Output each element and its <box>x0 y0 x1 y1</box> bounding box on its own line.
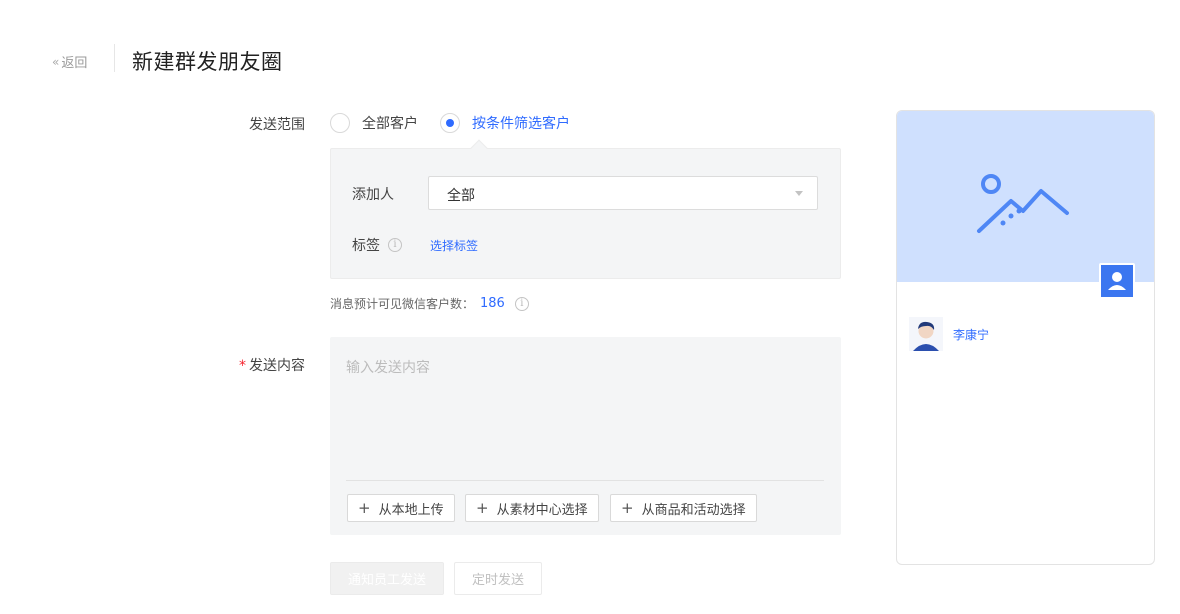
radio-circle-selected <box>440 113 460 133</box>
notify-staff-button[interactable]: 通知员工发送 <box>330 562 444 595</box>
content-label: 发送内容 <box>249 358 305 374</box>
adder-select-value: 全部 <box>447 188 475 204</box>
filter-panel-pointer <box>470 139 488 157</box>
caret-down-icon <box>795 191 803 196</box>
scope-label: 发送范围 <box>249 117 305 133</box>
adder-label: 添加人 <box>352 187 394 203</box>
info-icon[interactable]: i <box>514 296 529 311</box>
page-title: 新建群发朋友圈 <box>132 50 283 74</box>
content-label-wrap: * 发送内容 <box>185 355 305 375</box>
scope-radio-group: 全部客户 按条件筛选客户 <box>330 112 592 134</box>
header-divider <box>114 44 115 72</box>
radio-label: 按条件筛选客户 <box>472 116 570 132</box>
back-label: 返回 <box>61 56 88 71</box>
schedule-send-button[interactable]: 定时发送 <box>454 562 542 595</box>
back-link[interactable]: « 返回 <box>52 52 88 72</box>
avatar <box>909 317 943 351</box>
select-from-products-button[interactable]: + 从商品和活动选择 <box>610 494 757 522</box>
select-tag-link[interactable]: 选择标签 <box>430 237 478 254</box>
plus-icon: + <box>621 499 634 517</box>
content-divider <box>346 480 824 481</box>
tag-row: 标签 i <box>352 235 402 255</box>
cover-image <box>897 111 1154 282</box>
select-from-library-button[interactable]: + 从素材中心选择 <box>465 494 599 522</box>
radio-label: 全部客户 <box>362 116 418 132</box>
info-icon[interactable]: i <box>388 238 402 252</box>
preview-user-name: 李康宁 <box>953 327 990 342</box>
filter-panel: 添加人 全部 标签 i 选择标签 <box>330 139 841 279</box>
preview-user: 李康宁 <box>909 317 989 351</box>
radio-all-customers[interactable]: 全部客户 <box>330 113 418 133</box>
button-label: 从商品和活动选择 <box>641 502 746 518</box>
upload-local-button[interactable]: + 从本地上传 <box>347 494 455 522</box>
content-placeholder: 输入发送内容 <box>346 360 430 376</box>
button-label: 从本地上传 <box>378 502 444 518</box>
radio-circle <box>330 113 350 133</box>
estimate-line: 消息预计可见微信客户数： 186 i <box>330 295 529 312</box>
plus-icon: + <box>476 499 489 517</box>
user-icon <box>1108 272 1126 290</box>
radio-filter-customers[interactable]: 按条件筛选客户 <box>440 113 570 133</box>
moments-preview: 李康宁 <box>896 110 1155 565</box>
estimate-count: 186 <box>480 296 505 311</box>
profile-avatar <box>1099 263 1135 299</box>
plus-icon: + <box>358 499 371 517</box>
double-chevron-left-icon: « <box>52 54 60 69</box>
required-mark: * <box>239 358 246 374</box>
image-placeholder-icon <box>977 174 1069 233</box>
tag-label: 标签 <box>352 238 380 254</box>
page-header: « 返回 新建群发朋友圈 <box>0 0 1180 120</box>
content-editor[interactable]: 输入发送内容 + 从本地上传 + 从素材中心选择 + 从商品和活动选择 <box>330 337 841 535</box>
estimate-label: 消息预计可见微信客户数： <box>330 297 475 311</box>
button-label: 从素材中心选择 <box>496 502 588 518</box>
adder-select[interactable]: 全部 <box>428 176 818 210</box>
